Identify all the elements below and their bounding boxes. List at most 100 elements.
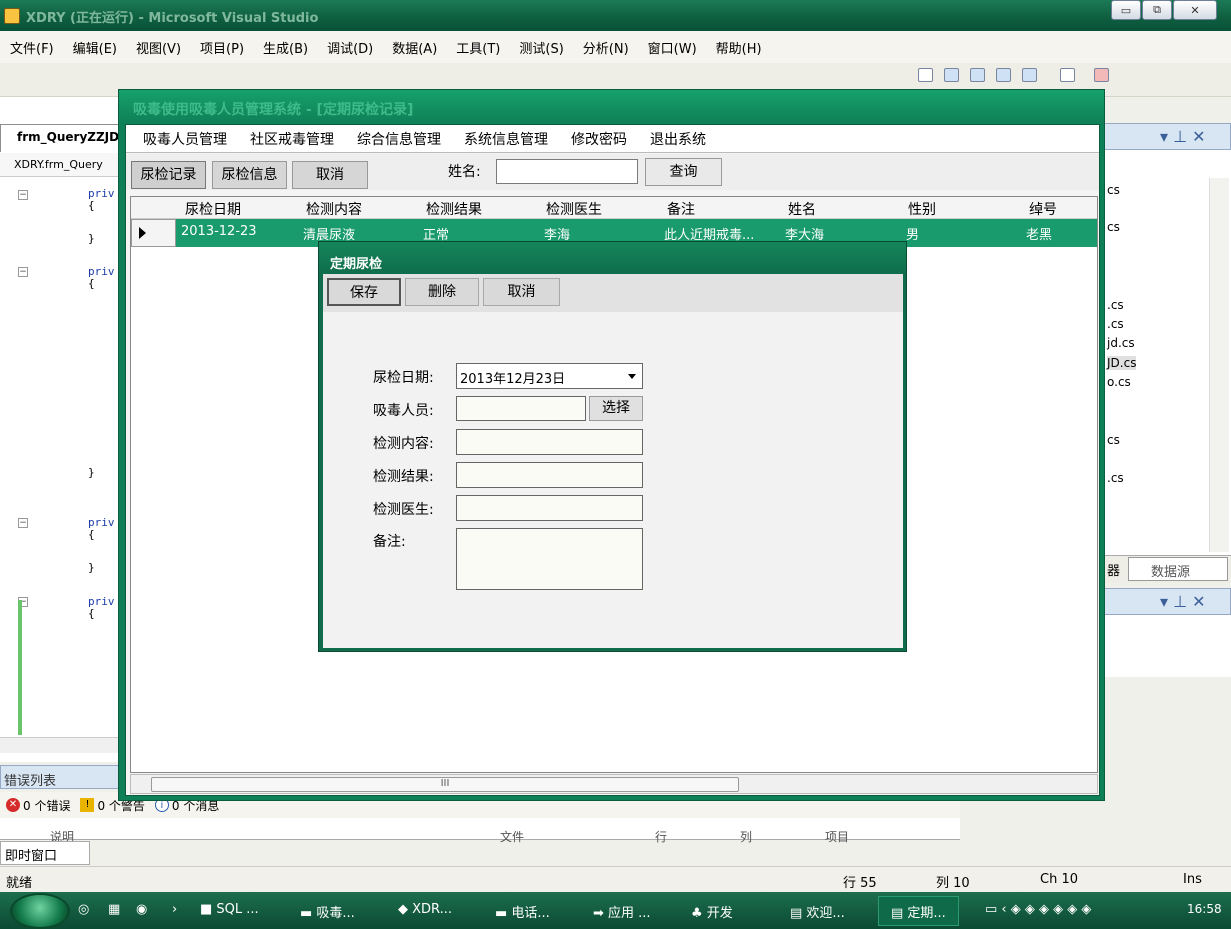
task-welcome[interactable]: ▤ 欢迎...	[790, 902, 845, 921]
menu-system-info[interactable]: 系统信息管理	[464, 129, 548, 149]
properties-pane[interactable]	[1104, 615, 1231, 677]
menu-exit[interactable]: 退出系统	[650, 129, 706, 149]
cell-date[interactable]: 2013-12-23	[181, 224, 257, 239]
content-input[interactable]	[456, 429, 643, 455]
quicklaunch-desktop-icon[interactable]: ▦	[108, 902, 120, 917]
grid-hscroll[interactable]: III	[130, 774, 1098, 794]
file-item[interactable]: .cs	[1107, 317, 1124, 331]
name-input[interactable]	[496, 159, 638, 184]
col-content[interactable]: 检测内容	[306, 199, 362, 219]
col-note[interactable]: 备注	[667, 199, 695, 219]
file-item[interactable]: jd.cs	[1107, 336, 1135, 350]
col-date[interactable]: 尿检日期	[185, 199, 241, 219]
task-xdry[interactable]: ◆ XDR...	[398, 902, 452, 917]
quicklaunch-more-icon[interactable]: ›	[172, 902, 177, 917]
quicklaunch-media-icon[interactable]: ◉	[136, 902, 147, 917]
fold-toggle-icon[interactable]: −	[18, 190, 28, 200]
urine-info-button[interactable]: 尿检信息	[212, 161, 287, 189]
task-apps[interactable]: ➡ 应用 ...	[593, 902, 651, 921]
task-folder-phone[interactable]: ▬ 电话...	[495, 902, 550, 921]
person-input[interactable]	[456, 396, 586, 421]
result-input[interactable]	[456, 462, 643, 488]
menu-view[interactable]: 视图(V)	[136, 38, 181, 57]
task-dev[interactable]: ♣ 开发	[691, 902, 733, 921]
pane-controls[interactable]: ▾ ⊥ ✕	[1160, 592, 1206, 611]
file-item[interactable]: o.cs	[1107, 375, 1131, 389]
menu-community-rehab[interactable]: 社区戒毒管理	[250, 129, 334, 149]
col-name[interactable]: 姓名	[788, 199, 816, 219]
pane-controls[interactable]: ▾ ⊥ ✕	[1160, 127, 1206, 146]
task-urine-test[interactable]: ▤ 定期...	[878, 896, 959, 926]
menu-tools[interactable]: 工具(T)	[456, 38, 500, 57]
server-icon[interactable]	[996, 68, 1011, 82]
col-gender[interactable]: 性别	[908, 199, 936, 219]
menu-file[interactable]: 文件(F)	[10, 38, 54, 57]
note-textarea[interactable]	[456, 528, 643, 590]
dropdown-tool-icon[interactable]	[1094, 68, 1109, 82]
col-project[interactable]: 项目	[825, 828, 849, 845]
col-file[interactable]: 文件	[500, 828, 524, 845]
menu-edit[interactable]: 编辑(E)	[73, 38, 117, 57]
menu-data[interactable]: 数据(A)	[392, 38, 437, 57]
editor-hscroll[interactable]	[0, 737, 122, 753]
solution-vscroll[interactable]	[1209, 178, 1229, 552]
menu-project[interactable]: 项目(P)	[200, 38, 244, 57]
select-person-button[interactable]: 选择	[589, 396, 643, 421]
date-picker[interactable]: 2013年12月23日	[456, 363, 643, 389]
close-button[interactable]: ✕	[1173, 0, 1217, 20]
chevron-down-icon[interactable]	[628, 374, 636, 379]
col-line[interactable]: 行	[655, 828, 667, 845]
row-selector[interactable]	[131, 219, 176, 247]
col-nickname[interactable]: 绰号	[1029, 199, 1057, 219]
fold-toggle-icon[interactable]: −	[18, 518, 28, 528]
file-item[interactable]: cs	[1107, 183, 1120, 197]
menu-addict-manage[interactable]: 吸毒人员管理	[143, 129, 227, 149]
error-list-title[interactable]: 错误列表	[0, 765, 122, 789]
file-item[interactable]: .cs	[1107, 298, 1124, 312]
scroll-thumb[interactable]: III	[151, 777, 739, 792]
col-doctor[interactable]: 检测医生	[546, 199, 602, 219]
errors-filter[interactable]: ✕ 0 个错误	[6, 797, 70, 814]
properties-icon[interactable]	[970, 68, 985, 82]
file-item[interactable]: cs	[1107, 220, 1120, 234]
cell-gender[interactable]: 男	[906, 224, 919, 243]
task-sql[interactable]: ■ SQL ...	[200, 902, 259, 917]
immediate-window-tab[interactable]: 即时窗口	[0, 841, 90, 865]
save-button[interactable]: 保存	[327, 278, 401, 306]
quicklaunch-ie-icon[interactable]: ◎	[78, 902, 89, 917]
tab-data-sources[interactable]: 数据源	[1128, 557, 1228, 581]
class-combo[interactable]: XDRY.frm_Query	[0, 153, 122, 177]
doctor-input[interactable]	[456, 495, 643, 521]
menu-integrated-info[interactable]: 综合信息管理	[357, 129, 441, 149]
col-result[interactable]: 检测结果	[426, 199, 482, 219]
toolbox-icon[interactable]	[1022, 68, 1037, 82]
wizard-icon[interactable]	[1060, 68, 1075, 82]
menu-window[interactable]: 窗口(W)	[648, 38, 697, 57]
menu-debug[interactable]: 调试(D)	[327, 38, 373, 57]
cell-nickname[interactable]: 老黑	[1026, 224, 1052, 243]
file-item[interactable]: .cs	[1107, 471, 1124, 485]
delete-button[interactable]: 删除	[405, 278, 479, 306]
file-item-selected[interactable]: JD.cs	[1107, 356, 1137, 370]
menu-analyze[interactable]: 分析(N)	[583, 38, 629, 57]
col-column[interactable]: 列	[740, 828, 752, 845]
start-button[interactable]	[10, 893, 70, 929]
query-button[interactable]: 查询	[645, 158, 722, 186]
dialog-cancel-button[interactable]: 取消	[483, 278, 560, 306]
file-item[interactable]: cs	[1107, 433, 1120, 447]
window-icon[interactable]	[944, 68, 959, 82]
menu-test[interactable]: 测试(S)	[519, 38, 563, 57]
tray-clock[interactable]: 16:58	[1187, 902, 1222, 916]
tray-icons[interactable]: ▭ ‹ ◈ ◈ ◈ ◈ ◈ ◈	[985, 902, 1091, 917]
fold-toggle-icon[interactable]: −	[18, 267, 28, 277]
menu-build[interactable]: 生成(B)	[263, 38, 308, 57]
step-icon[interactable]	[918, 68, 933, 82]
minimize-button[interactable]: ▭	[1111, 0, 1141, 20]
task-folder-addict[interactable]: ▬ 吸毒...	[300, 902, 355, 921]
cancel-button[interactable]: 取消	[292, 161, 368, 189]
urine-records-button[interactable]: 尿检记录	[131, 161, 206, 189]
tab-toolbox[interactable]: 器	[1107, 560, 1120, 579]
menu-change-password[interactable]: 修改密码	[571, 129, 627, 149]
document-tab[interactable]: frm_QueryZZJD	[0, 124, 122, 152]
restore-button[interactable]: ⧉	[1142, 0, 1172, 20]
